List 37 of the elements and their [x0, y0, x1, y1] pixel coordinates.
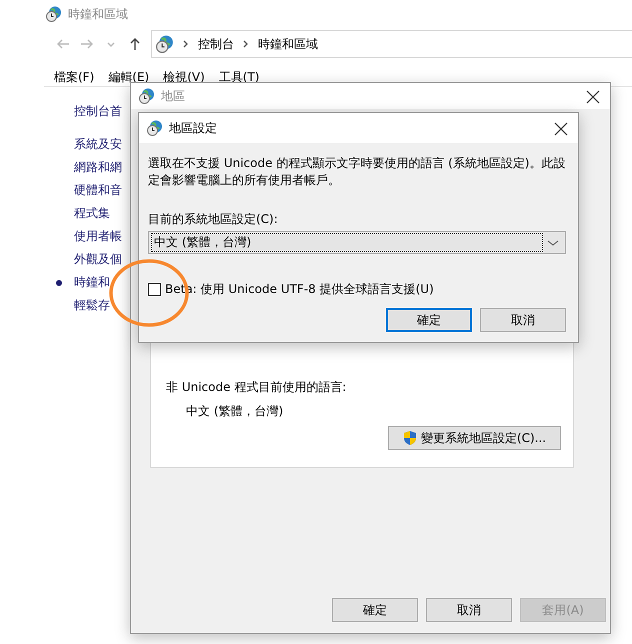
chevron-right-icon — [242, 39, 250, 49]
globe-clock-icon — [139, 88, 155, 104]
menu-item[interactable]: 檔案(F) — [54, 68, 94, 86]
sidebar-item[interactable]: 使用者帳 — [74, 225, 122, 248]
window-title: 時鐘和區域 — [68, 6, 128, 23]
sidebar-item[interactable]: 輕鬆存 — [74, 294, 122, 317]
sidebar-item[interactable]: 系統及安 — [74, 133, 122, 156]
globe-clock-icon — [156, 35, 174, 53]
menu-item[interactable]: 工具(T) — [218, 68, 260, 86]
breadcrumb-item[interactable]: 時鐘和區域 — [258, 35, 318, 53]
field-label: 非 Unicode 程式目前使用的語言: — [166, 379, 348, 396]
window-title: 地區設定 — [169, 120, 217, 137]
menu-item[interactable]: 編輯(E) — [108, 68, 150, 86]
sidebar-link[interactable]: 控制台首 — [74, 100, 122, 123]
globe-clock-icon — [147, 120, 163, 136]
field-label: 目前的系統地區設定(C): — [148, 211, 279, 228]
shield-icon — [402, 430, 417, 446]
dialog-button[interactable]: 確定 — [386, 308, 472, 332]
window-title: 地區 — [161, 88, 185, 105]
address-bar[interactable]: 控制台 時鐘和區域 — [151, 30, 632, 58]
breadcrumb-item[interactable]: 控制台 — [198, 35, 234, 53]
sidebar-item[interactable]: 程式集 — [74, 202, 122, 225]
sidebar-item[interactable]: 網路和網 — [74, 156, 122, 179]
chevron-right-icon — [182, 39, 190, 49]
dialog-button[interactable]: 確定 — [332, 598, 418, 622]
sidebar-item[interactable]: 外觀及個 — [74, 248, 122, 271]
locale-dropdown[interactable]: 中文 (繁體，台灣) — [148, 231, 566, 254]
field-value: 中文 (繁體，台灣) — [185, 403, 284, 420]
sidebar-item[interactable]: 硬體和音 — [74, 179, 122, 202]
menu-item[interactable]: 檢視(V) — [163, 68, 205, 86]
dialog-button[interactable]: 取消 — [480, 308, 566, 332]
globe-clock-icon — [46, 6, 62, 22]
sidebar-item[interactable]: 時鐘和 — [74, 271, 122, 294]
description-text: 選取在不支援 Unicode 的程式顯示文字時要使用的語言 (系統地區設定)。此設定會影響電腦上的所有使用者帳戶。 — [148, 155, 566, 189]
change-locale-button[interactable]: 變更系統地區設定(C)... — [388, 426, 561, 450]
dialog-button[interactable]: 取消 — [426, 598, 512, 622]
checkbox[interactable] — [148, 282, 161, 296]
